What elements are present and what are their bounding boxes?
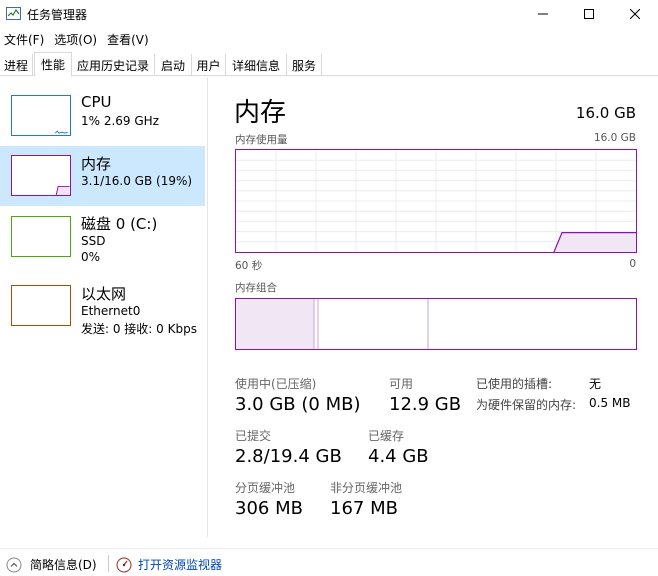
- resource-name: 以太网: [81, 285, 127, 303]
- tab-processes[interactable]: 进程: [0, 54, 33, 76]
- resource-list: CPU 1% 2.69 GHz 内存 3.1/16.0 GB (19%) 磁盘 …: [0, 77, 208, 537]
- resource-name: 磁盘 0 (C:): [81, 215, 158, 233]
- ethernet-thumbnail: [11, 285, 71, 326]
- usage-graph-max: 16.0 GB: [593, 132, 636, 144]
- tab-services[interactable]: 服务: [287, 54, 322, 76]
- menu-options[interactable]: 选项(O): [50, 28, 103, 50]
- time-axis-right: 0: [629, 258, 636, 270]
- tab-users[interactable]: 用户: [192, 54, 226, 76]
- resource-monitor-label: 打开资源监视器: [138, 558, 223, 572]
- nonpaged-pool-label: 非分页缓冲池: [330, 481, 403, 495]
- committed-value: 2.8/19.4 GB: [235, 446, 342, 467]
- close-icon: [630, 9, 640, 19]
- minimize-button[interactable]: [520, 0, 566, 28]
- resource-name: CPU: [81, 93, 112, 111]
- in-use-label: 使用中(已压缩): [235, 377, 317, 391]
- resource-detail: Ethernet0: [81, 304, 141, 318]
- tab-bar: 进程 性能 应用历史记录 启动 用户 详细信息 服务: [0, 52, 658, 77]
- resource-name: 内存: [81, 155, 112, 173]
- title-bar: 任务管理器: [0, 0, 658, 28]
- task-manager-icon: [6, 7, 21, 20]
- footer-divider: [108, 555, 109, 572]
- time-axis-left: 60 秒: [235, 260, 263, 272]
- cpu-thumbnail: [11, 95, 71, 136]
- minimize-icon: [538, 13, 548, 15]
- window-title: 任务管理器: [27, 8, 88, 22]
- close-button[interactable]: [612, 0, 658, 28]
- resource-item-cpu[interactable]: CPU 1% 2.69 GHz: [0, 86, 205, 146]
- memory-usage-graph: [235, 149, 637, 253]
- cached-label: 已缓存: [368, 429, 405, 443]
- disk-thumbnail: [11, 216, 71, 257]
- resource-detail: SSD: [81, 234, 106, 248]
- resource-monitor-icon: [116, 557, 132, 572]
- summary-toggle[interactable]: 简略信息(D): [6, 556, 97, 573]
- menu-bar: 文件(F) 选项(O) 查看(V): [0, 28, 658, 50]
- resource-detail: 1% 2.69 GHz: [81, 114, 160, 128]
- usage-area: [554, 232, 636, 252]
- paged-pool-label: 分页缓冲池: [235, 481, 296, 495]
- summary-label: 简略信息(D): [30, 558, 97, 572]
- resource-detail-2: 发送: 0 接收: 0 Kbps: [81, 322, 197, 336]
- composition-label: 内存组合: [235, 282, 277, 294]
- in-use-value: 3.0 GB (0 MB): [235, 394, 361, 415]
- page-title: 内存: [234, 98, 287, 128]
- reserved-value: 0.5 MB: [589, 396, 631, 410]
- maximize-icon: [584, 9, 594, 19]
- resource-item-memory[interactable]: 内存 3.1/16.0 GB (19%): [0, 146, 205, 206]
- resource-item-disk[interactable]: 磁盘 0 (C:) SSD 0%: [0, 206, 205, 266]
- open-resource-monitor-link[interactable]: 打开资源监视器: [116, 556, 222, 573]
- menu-view[interactable]: 查看(V): [103, 28, 155, 50]
- nonpaged-pool-value: 167 MB: [330, 498, 398, 519]
- resource-detail: 3.1/16.0 GB (19%): [81, 174, 193, 188]
- memory-thumbnail: [11, 155, 71, 196]
- available-value: 12.9 GB: [389, 394, 462, 415]
- menu-file[interactable]: 文件(F): [0, 28, 50, 50]
- slots-value: 无: [589, 377, 602, 391]
- reserved-label: 为硬件保留的内存:: [476, 398, 577, 412]
- memory-total: 16.0 GB: [575, 104, 636, 122]
- tab-startup[interactable]: 启动: [155, 54, 192, 76]
- usage-graph-label: 内存使用量: [235, 134, 288, 146]
- maximize-button[interactable]: [566, 0, 612, 28]
- paged-pool-value: 306 MB: [235, 498, 303, 519]
- cached-value: 4.4 GB: [368, 446, 429, 467]
- resource-detail-2: 0%: [81, 250, 101, 264]
- memory-composition-graph: [235, 298, 637, 350]
- composition-in-use: [236, 299, 314, 349]
- slots-label: 已使用的插槽:: [476, 377, 553, 391]
- committed-label: 已提交: [235, 429, 272, 443]
- chevron-up-icon: [6, 557, 22, 572]
- tab-performance[interactable]: 性能: [34, 52, 72, 77]
- tab-details[interactable]: 详细信息: [226, 54, 287, 76]
- resource-item-ethernet[interactable]: 以太网 Ethernet0 发送: 0 接收: 0 Kbps: [0, 276, 205, 336]
- available-label: 可用: [389, 377, 414, 391]
- tab-app-history[interactable]: 应用历史记录: [72, 54, 155, 76]
- footer-bar: 简略信息(D) 打开资源监视器: [0, 548, 658, 576]
